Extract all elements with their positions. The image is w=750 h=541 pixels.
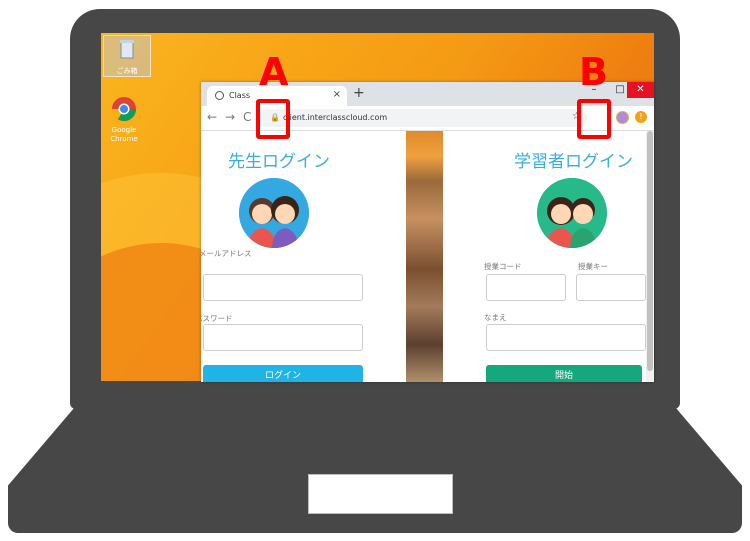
marker-b-box <box>577 99 611 139</box>
forward-arrow-icon[interactable]: → <box>225 110 235 124</box>
desktop-icon-label: ごみ箱 <box>116 67 138 75</box>
scrollbar-thumb[interactable] <box>647 131 653 371</box>
email-field[interactable] <box>203 274 363 301</box>
password-label: パスワード <box>201 314 233 323</box>
close-tab-icon[interactable]: × <box>333 89 341 100</box>
classroom-photo <box>406 131 443 382</box>
page-content: 先生ログイン メールアドレス パスワード ログイン 学習者ログイン 授業コード … <box>201 131 654 382</box>
reload-icon[interactable]: C <box>243 110 251 124</box>
learner-login-title: 学習者ログイン <box>514 152 633 172</box>
new-tab-button[interactable]: + <box>353 85 365 101</box>
back-arrow-icon[interactable]: ← <box>207 110 217 124</box>
class-code-label: 授業コード <box>484 262 522 271</box>
start-button[interactable]: 開始 <box>486 365 642 382</box>
address-bar-url: client.interclasscloud.com <box>283 113 388 122</box>
marker-a-box <box>256 99 290 139</box>
chrome-icon <box>112 97 136 122</box>
desktop-icon-recycle-bin[interactable]: ごみ箱 <box>103 35 151 77</box>
desktop-icon-chrome[interactable]: Google Chrome <box>101 95 147 144</box>
name-label: なまえ <box>484 313 507 322</box>
password-field[interactable] <box>203 324 363 351</box>
recycle-bin-icon <box>120 40 134 59</box>
laptop-base <box>8 408 742 533</box>
extension-icon[interactable] <box>616 111 629 124</box>
tab-favicon-icon <box>215 91 224 100</box>
teacher-login-title: 先生ログイン <box>228 152 330 172</box>
close-window-button[interactable]: ✕ <box>627 82 654 98</box>
name-field[interactable] <box>486 324 646 351</box>
desktop-icon-label: Google Chrome <box>110 126 138 143</box>
class-key-label: 授業キー <box>578 262 608 271</box>
tab-title: Class <box>229 91 251 100</box>
notification-icon[interactable]: ! <box>635 111 647 123</box>
laptop-trackpad <box>308 474 453 514</box>
address-bar[interactable]: 🔒 client.interclasscloud.com ☆ <box>257 109 587 127</box>
email-label: メールアドレス <box>201 249 252 258</box>
login-button[interactable]: ログイン <box>203 365 363 382</box>
marker-a-label: A <box>259 50 289 94</box>
teacher-avatar-icon <box>239 178 309 248</box>
class-code-field[interactable] <box>486 274 566 301</box>
marker-b-label: B <box>579 50 608 94</box>
class-key-field[interactable] <box>576 274 646 301</box>
learner-avatar-icon <box>537 178 607 248</box>
scrollbar[interactable] <box>646 131 654 382</box>
